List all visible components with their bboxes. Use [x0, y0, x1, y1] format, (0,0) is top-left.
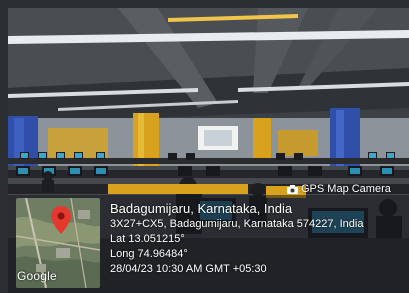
- address-line: 3X27+CX5, Badagumijaru, Karnataka 574227…: [110, 218, 364, 230]
- location-title: Badagumijaru, Karnataka, India: [110, 201, 293, 216]
- location-info: Badagumijaru, Karnataka, India 3X27+CX5,…: [110, 200, 408, 277]
- datetime-line: 28/04/23 10:30 AM GMT +05:30: [110, 263, 267, 275]
- app-label-text: GPS Map Camera: [301, 183, 391, 195]
- photo-frame: GPS Map Camera Google Badagumijaru, Karn…: [0, 0, 409, 293]
- map-pin-icon: [51, 206, 71, 234]
- google-attribution: Google: [17, 269, 57, 283]
- camera-icon: [287, 184, 298, 194]
- map-thumbnail: Google: [16, 198, 100, 288]
- longitude-line: Long 74.96484°: [110, 248, 188, 260]
- latitude-line: Lat 13.051215°: [110, 233, 185, 245]
